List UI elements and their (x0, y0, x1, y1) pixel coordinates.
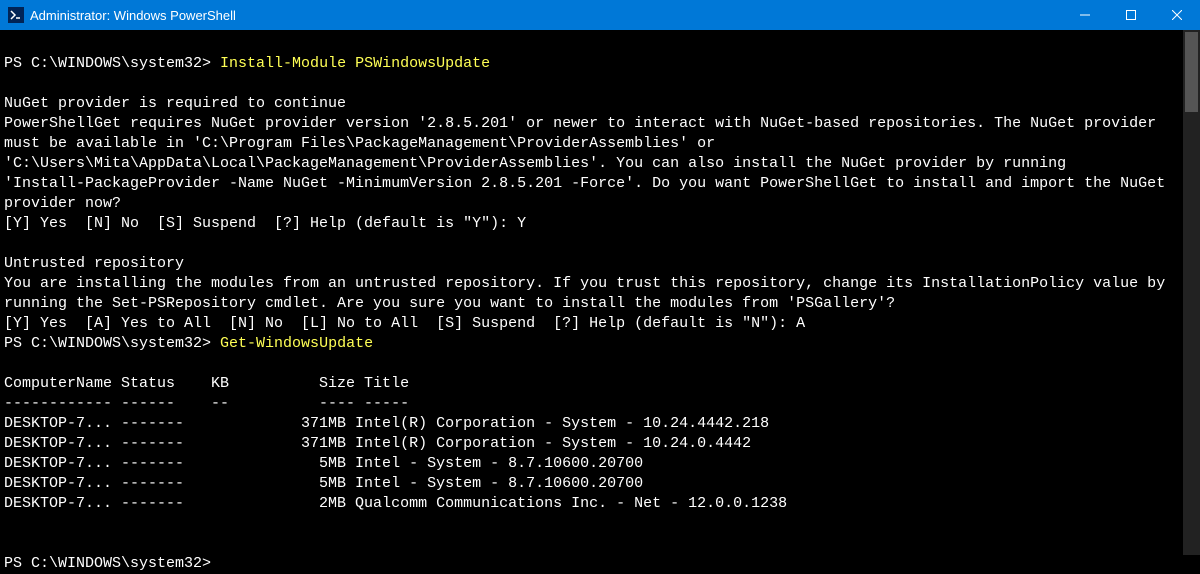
powershell-icon (8, 7, 24, 23)
nuget-line: provider now? (4, 195, 121, 212)
command-text: Install-Module PSWindowsUpdate (220, 55, 490, 72)
untrusted-line: running the Set-PSRepository cmdlet. Are… (4, 295, 895, 312)
window-title: Administrator: Windows PowerShell (30, 8, 1062, 23)
table-row: DESKTOP-7... ------- 5MB Intel - System … (4, 455, 643, 472)
prompt-path: PS C:\WINDOWS\system32> (4, 555, 211, 572)
table-divider: ------------ ------ -- ---- ----- (4, 395, 409, 412)
table-header: ComputerName Status KB Size Title (4, 375, 409, 392)
command-text: Get-WindowsUpdate (220, 335, 373, 352)
table-row: DESKTOP-7... ------- 5MB Intel - System … (4, 475, 643, 492)
nuget-line: 'Install-PackageProvider -Name NuGet -Mi… (4, 175, 1165, 192)
scrollbar[interactable] (1183, 30, 1200, 555)
prompt-path: PS C:\WINDOWS\system32> (4, 55, 220, 72)
untrusted-line: You are installing the modules from an u… (4, 275, 1165, 292)
titlebar[interactable]: Administrator: Windows PowerShell (0, 0, 1200, 30)
nuget-line: PowerShellGet requires NuGet provider ve… (4, 115, 1156, 132)
untrusted-options: [Y] Yes [A] Yes to All [N] No [L] No to … (4, 315, 805, 332)
nuget-line: 'C:\Users\Mita\AppData\Local\PackageMana… (4, 155, 1066, 172)
scrollbar-thumb[interactable] (1185, 32, 1198, 112)
nuget-heading: NuGet provider is required to continue (4, 95, 346, 112)
table-row: DESKTOP-7... ------- 2MB Qualcomm Commun… (4, 495, 787, 512)
prompt-path: PS C:\WINDOWS\system32> (4, 335, 220, 352)
window-controls (1062, 0, 1200, 30)
untrusted-heading: Untrusted repository (4, 255, 184, 272)
close-button[interactable] (1154, 0, 1200, 30)
table-row: DESKTOP-7... ------- 371MB Intel(R) Corp… (4, 435, 751, 452)
nuget-options: [Y] Yes [N] No [S] Suspend [?] Help (def… (4, 215, 526, 232)
terminal-output[interactable]: PS C:\WINDOWS\system32> Install-Module P… (0, 30, 1200, 574)
nuget-line: must be available in 'C:\Program Files\P… (4, 135, 715, 152)
maximize-button[interactable] (1108, 0, 1154, 30)
table-row: DESKTOP-7... ------- 371MB Intel(R) Corp… (4, 415, 769, 432)
minimize-button[interactable] (1062, 0, 1108, 30)
